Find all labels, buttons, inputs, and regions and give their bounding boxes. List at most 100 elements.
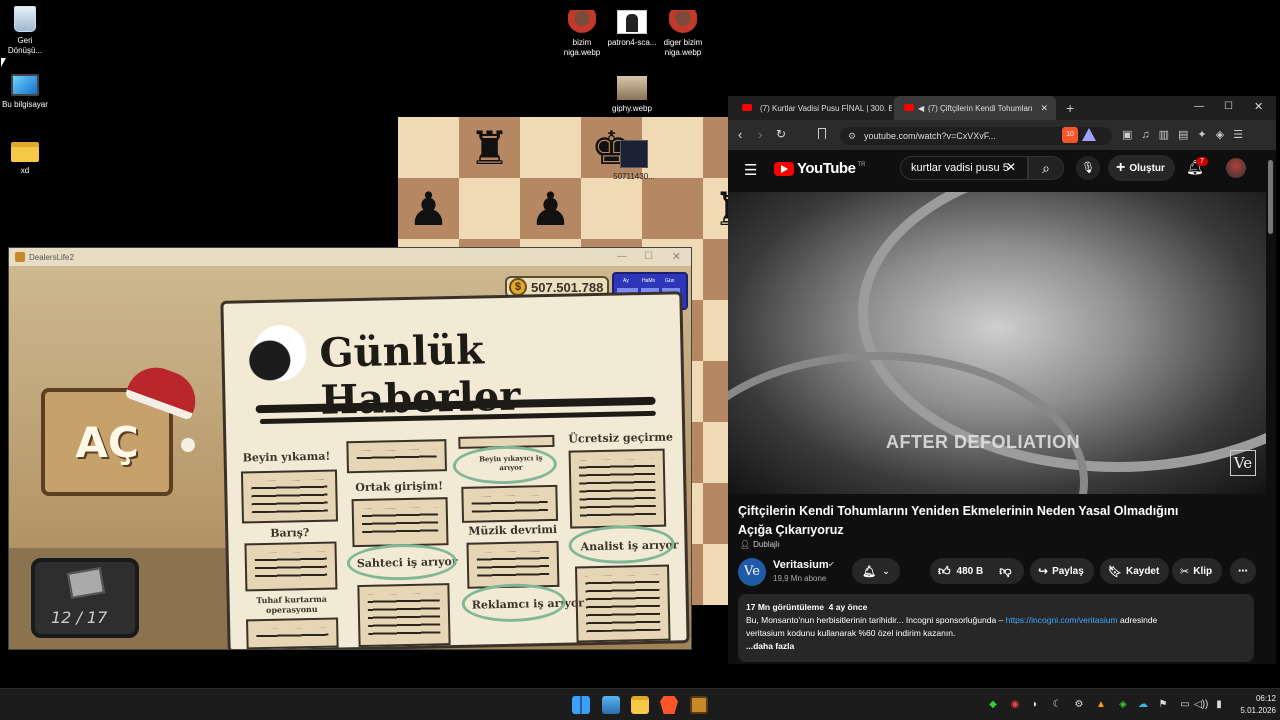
- tray-icon[interactable]: ◈: [1116, 699, 1130, 710]
- search-button[interactable]: ⌕: [1028, 156, 1064, 180]
- plus-icon: +: [1116, 159, 1126, 176]
- share-icon: ↪: [1038, 564, 1049, 578]
- close-button[interactable]: ✕: [1254, 100, 1263, 113]
- black-pawn-piece[interactable]: ♟: [520, 178, 581, 239]
- file-explorer-icon[interactable]: [631, 696, 649, 714]
- clock-date[interactable]: 5.01.2026: [1226, 706, 1276, 715]
- description-text: veritasium kodunu kullanarak %60 özel in…: [746, 628, 956, 638]
- board-square[interactable]: [703, 117, 728, 178]
- save-button[interactable]: 🔖︎ Kaydet: [1100, 558, 1170, 584]
- microphone-icon[interactable]: 🎙: [1076, 156, 1100, 180]
- desktop-icon-recycle-bin[interactable]: Geri Dönüşü...: [0, 6, 60, 56]
- tray-icon[interactable]: ☾: [1050, 699, 1064, 710]
- tray-icon[interactable]: ☁: [1136, 699, 1150, 710]
- black-rook-piece[interactable]: ♜: [459, 117, 520, 178]
- tray-icon[interactable]: ⚙: [1072, 699, 1086, 710]
- youtube-logo[interactable]: YouTube TR: [774, 160, 865, 177]
- tab-label: (7) Çiftçilerin Kendi Tohumları: [928, 103, 1033, 113]
- monitor-icon: [11, 74, 39, 96]
- article-block: [575, 564, 671, 643]
- back-arrow-icon[interactable]: ‹: [738, 127, 742, 142]
- headline-beyin-yikama: Beyin yıkama!: [242, 449, 331, 465]
- save-icon: 🔖︎: [1108, 565, 1122, 578]
- board-square[interactable]: [398, 117, 459, 178]
- image-icon: [617, 76, 647, 100]
- channel-watermark[interactable]: Ve: [1230, 450, 1256, 476]
- desktop-icon-50711430[interactable]: 50711430...: [599, 140, 669, 182]
- clear-search-icon[interactable]: ✕: [1006, 160, 1016, 174]
- board-square[interactable]: [520, 117, 581, 178]
- channel-name[interactable]: Veritasium: [773, 559, 829, 571]
- channel-avatar[interactable]: Ve: [738, 558, 766, 586]
- reload-icon[interactable]: ↻: [776, 127, 786, 141]
- forward-arrow-icon[interactable]: ›: [758, 127, 762, 142]
- board-square[interactable]: [581, 178, 642, 239]
- tray-icon[interactable]: ◆: [986, 699, 1000, 710]
- share-button[interactable]: ↪ Paylaş: [1030, 558, 1094, 584]
- network-icon[interactable]: ▭: [1178, 699, 1192, 710]
- create-button[interactable]: + Oluştur: [1108, 155, 1175, 181]
- browser-window[interactable]: (7) Kurtlar Vadisi Pusu FİNAL | 300. Bö …: [728, 96, 1276, 664]
- battery-icon[interactable]: ▮: [1212, 699, 1226, 710]
- desktop-icon-diger-bizim-niga[interactable]: diger bizim niga.webp: [648, 10, 718, 58]
- dealers-life-taskbar-icon[interactable]: [690, 696, 708, 714]
- tray-icon[interactable]: ◉: [1008, 699, 1022, 710]
- clip-button[interactable]: ✂ Klip: [1172, 558, 1223, 584]
- brave-browser-icon[interactable]: [660, 696, 678, 714]
- dub-label: Dublajlı: [753, 540, 780, 549]
- desktop-icon-giphy[interactable]: giphy.webp: [597, 76, 667, 114]
- inventory-button[interactable]: 12 / 17: [31, 558, 139, 638]
- game-window-title: DealersLife2: [29, 252, 74, 262]
- tab-label: (7) Kurtlar Vadisi Pusu FİNAL | 300. Bö: [760, 103, 892, 113]
- minimize-button[interactable]: —: [617, 251, 627, 262]
- minimize-button[interactable]: —: [1194, 101, 1204, 112]
- tray-icon[interactable]: ⚑: [1156, 699, 1170, 710]
- more-actions-button[interactable]: ⋯: [1230, 558, 1256, 584]
- tab-ciftcilerin[interactable]: ◀ (7) Çiftçilerin Kendi Tohumları ✕: [894, 96, 1056, 120]
- like-button[interactable]: 👍︎ 480 B 👎︎: [930, 558, 1024, 584]
- newspaper[interactable]: Günlük Haberler Beyin yıkama! Ortak giri…: [220, 291, 690, 649]
- close-button[interactable]: ✕: [672, 250, 681, 263]
- brave-rewards-icon[interactable]: [1082, 128, 1096, 141]
- desktop-icon-label: giphy.webp: [612, 104, 652, 113]
- sponsor-link[interactable]: https://incogni.com/veritasium: [1006, 615, 1118, 625]
- board-square[interactable]: [459, 178, 520, 239]
- black-pawn-piece[interactable]: ♟: [398, 178, 459, 239]
- desktop-icon-label: Bu bilgisayar: [2, 100, 48, 109]
- tray-icon[interactable]: ▲: [1094, 699, 1108, 710]
- start-button[interactable]: [572, 696, 590, 714]
- avatar[interactable]: [1226, 158, 1246, 178]
- tab-kurtlar-vadisi[interactable]: (7) Kurtlar Vadisi Pusu FİNAL | 300. Bö: [732, 96, 892, 120]
- bookmark-icon[interactable]: [818, 128, 826, 139]
- black-rook-piece[interactable]: ♜: [703, 178, 728, 239]
- article-block: [246, 617, 339, 649]
- volume-icon[interactable]: ◁)): [1194, 699, 1208, 710]
- hamburger-menu-icon[interactable]: ☰: [744, 161, 757, 179]
- article-block: [351, 497, 449, 548]
- maximize-button[interactable]: ☐: [644, 251, 653, 262]
- show-more-link[interactable]: ...daha fazla: [746, 640, 1246, 653]
- brave-shield-button[interactable]: 10: [1062, 127, 1078, 143]
- page-scrollbar[interactable]: [1268, 160, 1273, 234]
- region-code: TR: [857, 161, 866, 168]
- headline-baris: Barış?: [270, 526, 310, 540]
- desktop-icon-xd-folder[interactable]: xd: [0, 142, 60, 176]
- widgets-icon[interactable]: [602, 696, 620, 714]
- extensions-toolbar: ▣♫▥▤✦◈☰: [1122, 129, 1252, 141]
- box-icon: [67, 567, 105, 599]
- subscriber-count: 19,9 Mn abone: [773, 574, 827, 583]
- maximize-button[interactable]: ☐: [1224, 101, 1233, 112]
- description-box[interactable]: 17 Mn görüntüleme 4 ay önce Bu, Monsanto…: [738, 594, 1254, 662]
- desktop-icon-label: xd: [20, 166, 30, 175]
- clock-time[interactable]: 06:12: [1236, 694, 1276, 703]
- tray-icon[interactable]: ◗: [1028, 699, 1042, 710]
- board-square[interactable]: [642, 178, 703, 239]
- thumbs-down-icon[interactable]: 👎︎: [999, 564, 1011, 579]
- video-player[interactable]: AFTER DEFOLIATION Ve: [728, 192, 1266, 494]
- desktop-icon-this-pc[interactable]: Bu bilgisayar: [0, 74, 60, 110]
- game-window[interactable]: DealersLife2 — ☐ ✕ $ 507.501.788 Ay HaMo…: [8, 247, 692, 650]
- subscribe-bell-button[interactable]: 🔔︎ ⌄: [852, 558, 900, 584]
- game-titlebar[interactable]: DealersLife2 — ☐ ✕: [9, 248, 691, 266]
- tab-close-icon[interactable]: ✕: [1040, 103, 1048, 114]
- new-tab-button[interactable]: +: [1066, 100, 1074, 116]
